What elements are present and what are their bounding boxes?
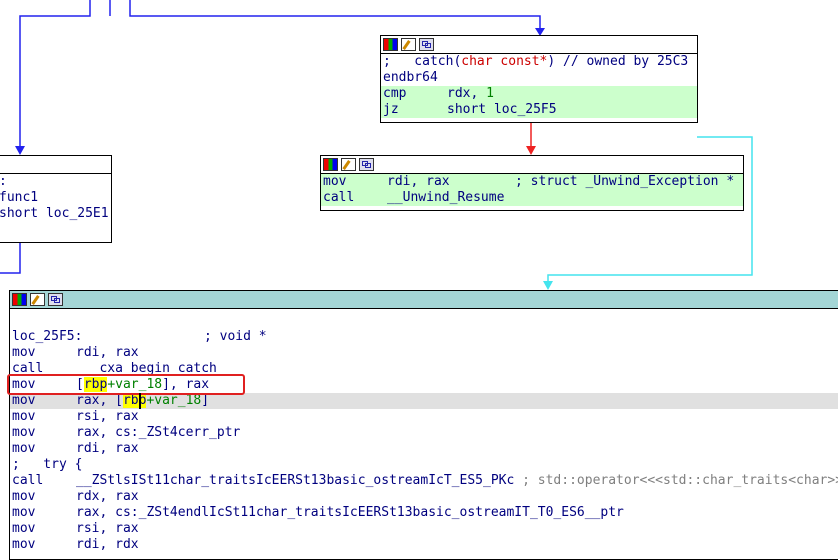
- graph-node-loc-25f5[interactable]: loc_25F5:; void * mov rdi, rax call ___cxa…: [9, 290, 838, 560]
- text-cursor: [139, 393, 141, 409]
- selection-highlight-box: [7, 374, 245, 395]
- node-header: [0, 156, 111, 174]
- type-text: char const*: [461, 54, 548, 69]
- comment-line: ; try {: [10, 457, 838, 473]
- operands: rdi, rax: [76, 345, 139, 360]
- edge-blue-left: [19, 0, 91, 148]
- code-line: ; catch(char const*) // owned by 25C3: [381, 54, 697, 70]
- colors-icon[interactable]: [12, 293, 27, 306]
- node-header: [10, 291, 838, 309]
- label-line: loc_25F5:; void *: [10, 329, 838, 345]
- code-line: :: [0, 174, 111, 190]
- edge-blue-right: [129, 0, 541, 30]
- code-text[interactable]: func1: [0, 190, 38, 205]
- code-line: mov rsi, rax: [10, 409, 838, 425]
- mnemonic: mov: [12, 393, 36, 408]
- mnemonic: jz: [383, 102, 399, 117]
- mnemonic: mov: [12, 425, 36, 440]
- operands: rsi, rax: [76, 409, 139, 424]
- mnemonic: call: [323, 190, 355, 205]
- mnemonic: call: [12, 473, 44, 488]
- code-line: func1: [0, 190, 111, 206]
- mnemonic: mov: [12, 521, 36, 536]
- comment-text: ; std::operator<<<std::char_traits<char>…: [522, 473, 838, 488]
- node-header: [381, 36, 697, 54]
- operands[interactable]: rax, cs:_ZSt4cerr_ptr: [76, 425, 240, 440]
- register-highlight[interactable]: rbp: [122, 393, 147, 408]
- code-text: :: [0, 174, 7, 189]
- instruction: endbr64: [383, 70, 438, 85]
- edge-arrowhead: [526, 146, 536, 155]
- operands: rax, [: [76, 393, 123, 408]
- code-line: short loc_25E1: [0, 206, 111, 222]
- operands: rdx,: [447, 86, 487, 101]
- comment-text: ; try {: [12, 457, 83, 472]
- mnemonic: mov: [12, 409, 36, 424]
- comment-text: ) // owned by 25C3: [547, 54, 689, 69]
- code-line: mov rax, cs:_ZSt4endlIcSt11char_traitsIcE…: [10, 505, 838, 521]
- code-line: endbr64: [381, 70, 697, 86]
- edge-arrowhead: [543, 281, 553, 290]
- operands[interactable]: rax, cs:_ZSt4endlIcSt11char_traitsIcEERS…: [76, 505, 624, 520]
- code-line: jz short loc_25F5: [381, 102, 697, 118]
- graph-node-unwind[interactable]: mov rdi, rax; struct _Unwind_Exception * …: [320, 155, 744, 211]
- graph-node-left[interactable]: : func1 short loc_25E1: [0, 155, 112, 243]
- graph-icon[interactable]: [359, 158, 374, 171]
- operands[interactable]: __Unwind_Resume: [387, 190, 504, 205]
- code-line-current[interactable]: mov rax, [rbp+var_18]: [10, 393, 838, 409]
- graph-icon[interactable]: [48, 293, 63, 306]
- stack-var[interactable]: +var_18: [146, 393, 201, 408]
- code-line: call __ZStlsISt11char_traitsIcEERSt13basi…: [10, 473, 838, 489]
- comment-text: ; void *: [204, 329, 267, 344]
- operands[interactable]: short loc_25F5: [447, 102, 557, 117]
- operands: rdx, rax: [76, 489, 139, 504]
- mnemonic: mov: [12, 441, 36, 456]
- operands: rdi, rax: [76, 441, 139, 456]
- operands: rdi, rdx: [76, 537, 139, 552]
- code-line: mov rdi, rdx: [10, 537, 838, 553]
- mnemonic: cmp: [383, 86, 407, 101]
- code-line: mov rdi, rax: [10, 345, 838, 361]
- edge-blue-left-out: [0, 243, 21, 274]
- code-line: mov rax, cs:_ZSt4cerr_ptr: [10, 425, 838, 441]
- edit-icon[interactable]: [30, 293, 45, 306]
- graph-node-catch[interactable]: ; catch(char const*) // owned by 25C3 en…: [380, 35, 698, 123]
- code-line: mov rdi, rax: [10, 441, 838, 457]
- edit-icon[interactable]: [401, 38, 416, 51]
- operands: ]: [201, 393, 210, 408]
- code-line: mov rdi, rax ; struct _Unwind_Exception *: [321, 174, 743, 190]
- mnemonic: mov: [12, 537, 36, 552]
- operands[interactable]: __ZStlsISt11char_traitsIcEERSt13basic_os…: [76, 473, 514, 488]
- mnemonic: mov: [12, 505, 36, 520]
- node-header: [321, 156, 743, 174]
- comment-text: ; catch(: [383, 54, 462, 69]
- code-text[interactable]: short loc_25E1: [0, 206, 109, 221]
- edit-icon[interactable]: [341, 158, 356, 171]
- immediate: 1: [486, 86, 494, 101]
- colors-icon[interactable]: [383, 38, 398, 51]
- code-label[interactable]: loc_25F5:: [12, 329, 204, 345]
- mnemonic: mov: [12, 345, 36, 360]
- code-line: mov rdx, rax: [10, 489, 838, 505]
- mnemonic: mov: [12, 489, 36, 504]
- code-line: call __Unwind_Resume: [321, 190, 743, 206]
- edge-arrowhead: [15, 146, 25, 155]
- operands: rdi, rax: [387, 174, 450, 189]
- code-line: mov rsi, rax: [10, 521, 838, 537]
- mnemonic: mov: [323, 174, 347, 189]
- graph-icon[interactable]: [419, 38, 434, 51]
- comment-text: ; struct _Unwind_Exception *: [515, 174, 735, 189]
- colors-icon[interactable]: [323, 158, 338, 171]
- code-line: cmp rdx, 1: [381, 86, 697, 102]
- operands: rsi, rax: [76, 521, 139, 536]
